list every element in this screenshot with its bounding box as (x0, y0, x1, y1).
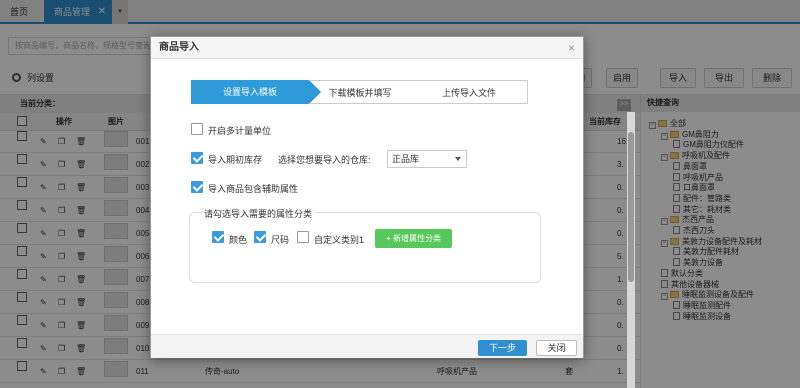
import-opening-label: 导入期初库存 (208, 155, 263, 165)
step-set-template: 设置导入模板 (191, 80, 321, 104)
attr-legend: 请勾选导入需要的属性分类 (201, 207, 316, 220)
attr-custom1-label: 自定义类别1 (314, 235, 365, 245)
step-upload-file: 上传导入文件 (411, 80, 528, 104)
grid-scrollbar[interactable] (627, 112, 635, 388)
multi-unit-label: 开启多计量单位 (208, 126, 272, 136)
import-opening-checkbox[interactable] (191, 152, 203, 164)
attr-color-checkbox[interactable] (212, 231, 224, 243)
dialog-title: 商品导入 (151, 37, 583, 59)
step-download-template: 下载模板并填写 (309, 80, 411, 104)
multi-unit-checkbox[interactable] (191, 123, 203, 135)
warehouse-value: 正品库 (392, 154, 420, 164)
attr-color-label: 颜色 (229, 235, 248, 245)
chevron-down-icon (455, 157, 461, 161)
attr-fieldset (189, 212, 541, 283)
attr-size-checkbox[interactable] (254, 231, 266, 243)
import-dialog: 商品导入 × 设置导入模板 下载模板并填写 上传导入文件 开启多计量单位 导入期… (150, 36, 584, 358)
add-attr-category-button[interactable]: + 新增属性分类 (375, 229, 452, 248)
attr-size-label: 尺码 (271, 235, 290, 245)
warehouse-select[interactable]: 正品库 (387, 150, 467, 168)
warehouse-prompt: 选择您想要导入的仓库: (278, 155, 371, 165)
aux-attr-checkbox[interactable] (191, 181, 203, 193)
attr-custom1-checkbox[interactable] (297, 231, 309, 243)
close-icon[interactable]: × (568, 42, 575, 54)
scrollbar-thumb[interactable] (628, 132, 634, 282)
aux-attr-label: 导入商品包含辅助属性 (208, 184, 299, 194)
step-indicator: 设置导入模板 下载模板并填写 上传导入文件 (191, 80, 528, 104)
next-button[interactable]: 下一步 (478, 340, 527, 356)
close-button[interactable]: 关闭 (536, 340, 577, 356)
